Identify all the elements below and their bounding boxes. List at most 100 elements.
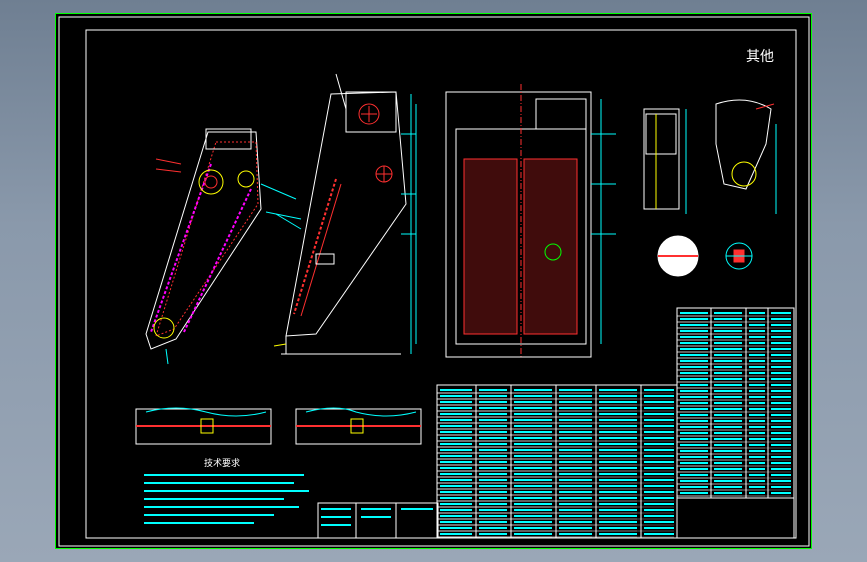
table-cell-text (514, 443, 552, 445)
table-cell-text (714, 366, 742, 368)
table-cell-text (644, 479, 674, 481)
table-cell-text (749, 318, 765, 320)
table-cell-text (644, 407, 674, 409)
table-cell-text (771, 324, 791, 326)
table-cell-text (440, 467, 472, 469)
table-cell-text (514, 509, 552, 511)
table-cell-text (714, 354, 742, 356)
table-cell-text (599, 395, 637, 397)
cad-viewport[interactable]: 其他 技术要求 (55, 13, 812, 549)
view-side-section (273, 73, 417, 355)
table-cell-text (514, 449, 552, 451)
table-cell-text (644, 419, 674, 421)
table-cell-text (440, 449, 472, 451)
table-cell-text (599, 533, 637, 535)
table-cell-text (479, 527, 507, 529)
table-cell-text (599, 407, 637, 409)
table-cell-text (440, 413, 472, 415)
table-cell-text (714, 342, 742, 344)
cad-drawing: 其他 技术要求 (58, 16, 810, 547)
table-cell-text (714, 474, 742, 476)
table-cell-text (559, 515, 592, 517)
table-cell-text (440, 443, 472, 445)
table-entries (437, 312, 791, 538)
table-cell-text (479, 515, 507, 517)
table-cell-text (644, 533, 674, 535)
table-cell-text (440, 533, 472, 535)
table-cell-text (514, 455, 552, 457)
title-block-entries (321, 508, 433, 526)
table-cell-text (714, 390, 742, 392)
table-cell-text (440, 419, 472, 421)
table-cell-text (599, 443, 637, 445)
table-cell-text (680, 330, 708, 332)
table-cell-text (749, 414, 765, 416)
table-cell-text (599, 485, 637, 487)
table-cell-text (559, 461, 592, 463)
table-cell-text (680, 474, 708, 476)
table-cell-text (479, 533, 507, 535)
table-cell-text (479, 461, 507, 463)
table-cell-text (771, 456, 791, 458)
table-cell-text (680, 420, 708, 422)
table-cell-text (559, 431, 592, 433)
table-cell-text (644, 401, 674, 403)
table-cell-text (440, 479, 472, 481)
table-cell-text (714, 384, 742, 386)
table-cell-text (479, 521, 507, 523)
table-cell-text (680, 444, 708, 446)
table-cell-text (749, 348, 765, 350)
stamp-text: 其他 (746, 49, 774, 65)
table-cell-text (644, 509, 674, 511)
table-cell-text (680, 372, 708, 374)
table-cell-text (771, 450, 791, 452)
table-cell-text (440, 491, 472, 493)
view-side-chain (145, 128, 302, 365)
table-cell-text (644, 497, 674, 499)
table-cell-text (644, 485, 674, 487)
table-cell-text (440, 521, 472, 523)
table-cell-text (680, 312, 708, 314)
table-cell-text (771, 444, 791, 446)
table-cell-text (559, 467, 592, 469)
table-cell-text (599, 515, 637, 517)
table-cell-text (514, 413, 552, 415)
table-cell-text (680, 492, 708, 494)
table-cell-text (440, 527, 472, 529)
table-cell-text (479, 413, 507, 415)
table-cell-text (599, 389, 637, 391)
table-cell-text (599, 455, 637, 457)
table-cell-text (514, 485, 552, 487)
table-cell-text (559, 527, 592, 529)
table-cell-text (771, 336, 791, 338)
table-cell-text (440, 473, 472, 475)
table-cell-text (514, 389, 552, 391)
table-cell-text (644, 521, 674, 523)
table-cell-text (479, 503, 507, 505)
table-cell-text (680, 354, 708, 356)
table-cell-text (514, 533, 552, 535)
table-cell-text (479, 491, 507, 493)
table-cell-text (599, 449, 637, 451)
table-cell-text (559, 455, 592, 457)
table-cell-text (644, 395, 674, 397)
outer-border (58, 16, 810, 547)
table-cell-text (599, 521, 637, 523)
table-cell-text (771, 420, 791, 422)
table-cell-text (559, 407, 592, 409)
table-cell-text (680, 432, 708, 434)
table-cell-text (771, 318, 791, 320)
table-cell-text (479, 407, 507, 409)
table-cell-text (749, 402, 765, 404)
table-cell-text (559, 389, 592, 391)
table-cell-text (559, 395, 592, 397)
table-cell-text (771, 342, 791, 344)
table-cell-text (749, 492, 765, 494)
table-cell-text (559, 437, 592, 439)
parts-table-bottom (436, 384, 678, 539)
table-cell-text (714, 480, 742, 482)
table-cell-text (714, 438, 742, 440)
table-cell-text (680, 348, 708, 350)
table-cell-text (644, 503, 674, 505)
table-cell-text (514, 467, 552, 469)
